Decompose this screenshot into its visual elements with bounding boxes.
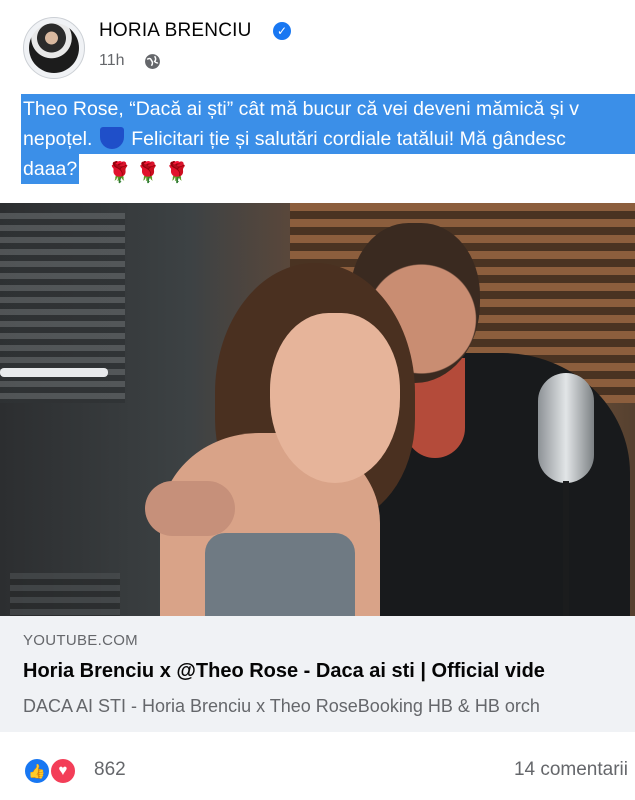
studio-panel [10, 573, 120, 616]
video-thumbnail[interactable] [0, 203, 635, 616]
woman-dress [205, 533, 355, 616]
post-text-line: daaa? [21, 154, 80, 184]
post-text-line: nepoțel. Felicitari ție și salutări cord… [21, 124, 635, 154]
blue-heart-icon [99, 127, 124, 149]
woman-face [270, 313, 400, 483]
like-icon[interactable]: 👍 [23, 757, 51, 785]
globe-icon [145, 54, 160, 69]
rose-emoji-icons: 🌹🌹🌹 [107, 162, 194, 184]
post-time[interactable]: 11h [99, 52, 125, 70]
post-text-line: Theo Rose, “Dacă ai ști” cât mă bucur că… [21, 94, 635, 124]
studio-light [0, 368, 108, 377]
verified-badge-icon: ✓ [273, 22, 291, 40]
post-text-segment: nepoțel. [23, 128, 93, 150]
microphone [538, 373, 594, 483]
link-preview[interactable]: YOUTUBE.COM Horia Brenciu x @Theo Rose -… [0, 616, 635, 732]
link-domain: YOUTUBE.COM [23, 632, 138, 649]
reaction-count[interactable]: 862 [94, 759, 126, 781]
comment-count[interactable]: 14 comentarii [514, 759, 628, 781]
avatar-image [29, 23, 79, 73]
post-text-segment: Felicitari ție și salutări cordiale tată… [125, 128, 566, 150]
reactions-bar: 👍 ♥ 862 14 comentarii [0, 732, 635, 800]
author-name[interactable]: HORIA BRENCIU [99, 20, 252, 42]
link-title[interactable]: Horia Brenciu x @Theo Rose - Daca ai sti… [23, 660, 545, 683]
love-icon[interactable]: ♥ [49, 757, 77, 785]
link-description: DACA AI STI - Horia Brenciu x Theo RoseB… [23, 696, 540, 716]
microphone-stand [563, 481, 569, 616]
author-avatar[interactable] [23, 17, 85, 79]
man-arm [145, 481, 235, 536]
post-header: HORIA BRENCIU ✓ 11h [0, 0, 635, 86]
